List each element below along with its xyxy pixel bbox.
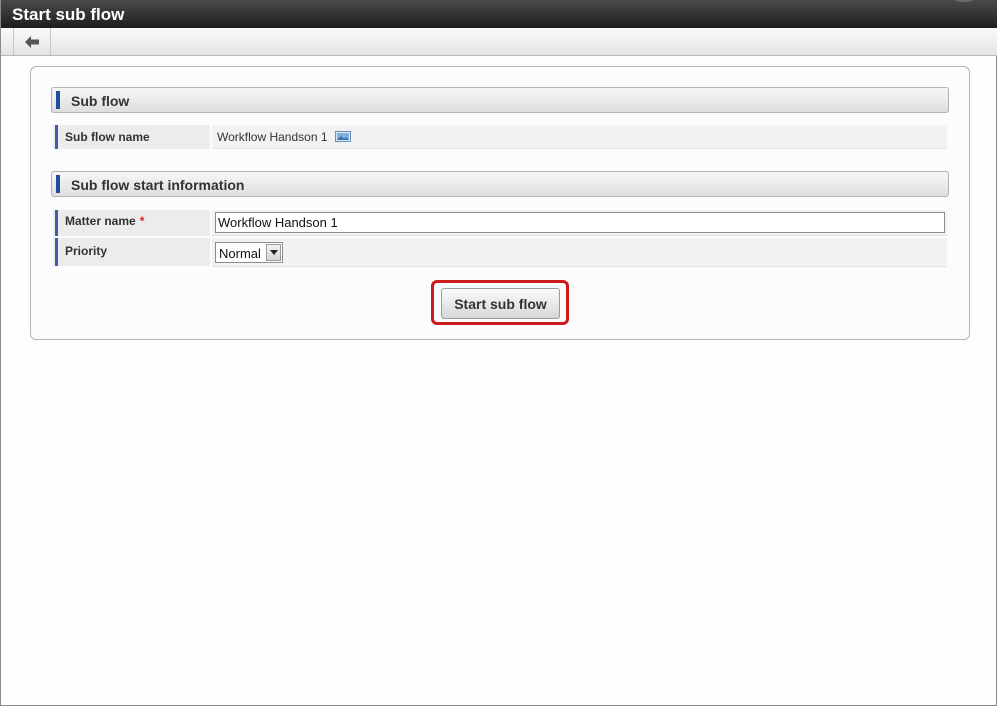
subflow-form-panel: Sub flow Sub flow name Workflow Handson …	[30, 66, 970, 340]
priority-value-cell: Normal	[212, 238, 947, 267]
matter-name-label: Matter name *	[53, 210, 210, 236]
priority-select[interactable]: Normal	[215, 242, 283, 263]
required-marker: *	[139, 214, 145, 228]
section-title-start-info: Sub flow start information	[71, 177, 245, 193]
priority-label: Priority	[53, 238, 210, 266]
subflow-name-value: Workflow Handson 1	[217, 130, 328, 144]
matter-name-input[interactable]	[215, 212, 945, 233]
image-icon[interactable]	[334, 126, 351, 150]
subflow-name-label: Sub flow name	[53, 125, 210, 149]
arrow-left-icon	[25, 35, 39, 48]
back-button[interactable]	[13, 28, 51, 55]
start-sub-flow-button[interactable]: Start sub flow	[441, 288, 560, 319]
window-title-bar: Start sub flow	[1, 0, 997, 28]
section-title-subflow: Sub flow	[71, 93, 130, 109]
toolbar	[1, 28, 997, 56]
chevron-down-icon[interactable]	[266, 244, 281, 261]
section-header-start-info: Sub flow start information	[51, 171, 949, 197]
window-title: Start sub flow	[12, 5, 125, 24]
priority-selected-value: Normal	[219, 246, 261, 261]
matter-name-value-cell	[212, 210, 947, 236]
section-header-subflow: Sub flow	[51, 87, 949, 113]
subflow-name-value-cell: Workflow Handson 1	[212, 125, 947, 149]
titlebar-corner-decoration	[952, 0, 976, 2]
